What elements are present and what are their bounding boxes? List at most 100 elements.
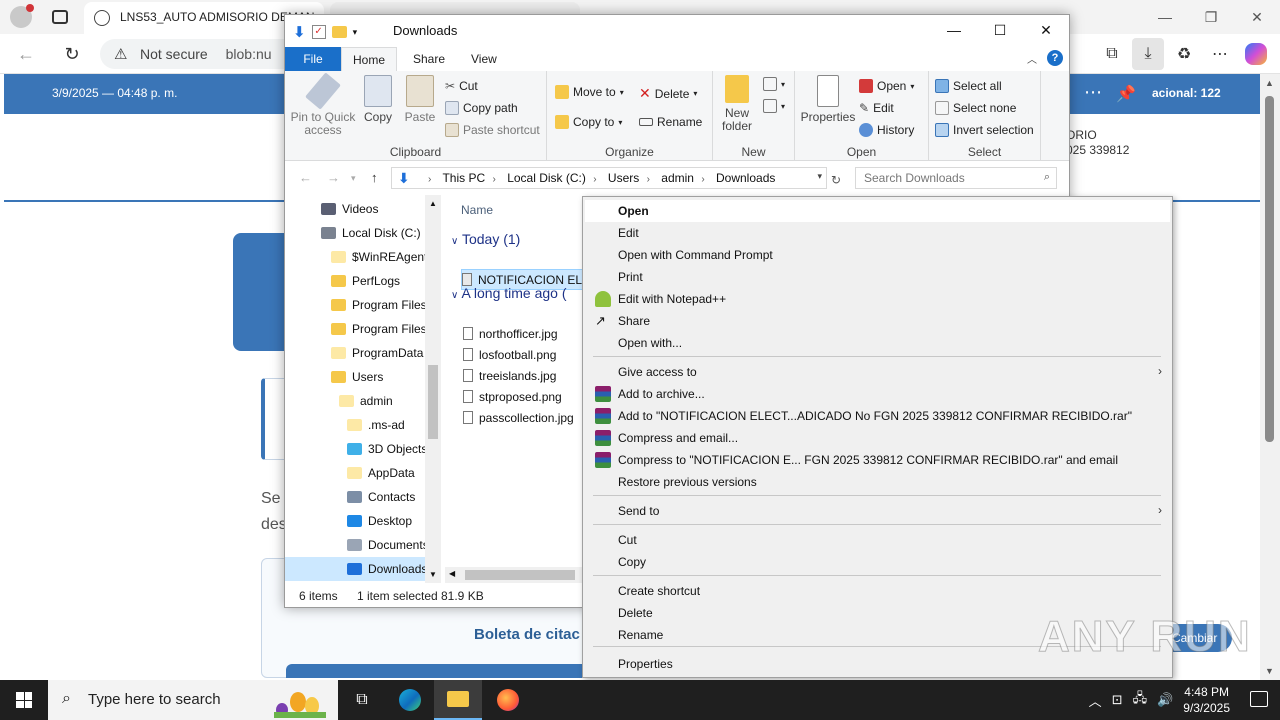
recent-locations-icon[interactable]: ▾ — [351, 173, 356, 184]
chevron-up-icon[interactable]: ︿ — [1027, 51, 1037, 66]
context-menu-item-copy[interactable]: Copy — [585, 551, 1170, 573]
breadcrumb-separator[interactable]: › — [701, 174, 704, 185]
nav-item-ms-ad[interactable]: .ms-ad — [285, 413, 425, 437]
context-menu-item-open[interactable]: Open — [585, 200, 1170, 222]
new-folder-icon[interactable] — [331, 26, 347, 38]
column-header-name[interactable]: Name — [461, 203, 493, 217]
context-menu-item-compress-to-notificacion-e-fgn-2025-3398[interactable]: Compress to "NOTIFICACION E... FGN 2025 … — [585, 449, 1170, 471]
nav-item-local-disk-c[interactable]: Local Disk (C:) — [285, 221, 425, 245]
nav-item-3d-objects[interactable]: 3D Objects — [285, 437, 427, 461]
volume-icon[interactable]: 🔊 — [1157, 692, 1173, 708]
ellipsis-icon[interactable]: ⋯ — [1084, 82, 1102, 103]
delete-button[interactable]: ✕ Delete ▾ — [639, 85, 697, 102]
scroll-thumb[interactable] — [465, 570, 575, 580]
properties-check-icon[interactable]: ✓ — [311, 25, 326, 39]
nav-item-program-files[interactable]: Program Files — [285, 317, 427, 341]
split-screen-icon[interactable]: ⧉ — [1096, 38, 1128, 70]
scroll-down-icon[interactable]: ▼ — [1265, 666, 1274, 676]
context-menu-item-send-to[interactable]: Send to › — [585, 500, 1170, 522]
paste-shortcut-button[interactable]: Paste shortcut — [445, 123, 540, 137]
context-menu-item-add-to-notificacion-elect-adicado-no-fgn[interactable]: Add to "NOTIFICACION ELECT...ADICADO No … — [585, 405, 1170, 427]
breadcrumb-separator[interactable]: › — [428, 174, 431, 185]
chevron-down-icon[interactable]: ▾ — [817, 171, 822, 182]
easy-access-button[interactable]: ▾ — [763, 99, 785, 113]
network-icon[interactable]: 🖧 — [1133, 689, 1148, 711]
file-row[interactable]: passcollection.jpg — [463, 407, 574, 428]
performance-icon[interactable]: ♻ — [1168, 38, 1200, 70]
select-all-button[interactable]: Select all — [935, 79, 1002, 93]
context-menu-item-add-to-archive[interactable]: Add to archive... — [585, 383, 1170, 405]
rename-button[interactable]: Rename — [639, 115, 702, 129]
page-scrollbar[interactable]: ▲ ▼ — [1260, 74, 1280, 680]
navigation-scrollbar[interactable]: ▲ ▼ — [425, 195, 441, 583]
scroll-thumb[interactable] — [1265, 96, 1274, 442]
profile-avatar[interactable] — [10, 4, 34, 28]
tab-view[interactable]: View — [457, 47, 511, 71]
file-row[interactable]: losfootball.png — [463, 344, 556, 365]
nav-item-program-files[interactable]: Program Files — [285, 293, 427, 317]
back-arrow-icon[interactable]: ← — [14, 42, 38, 66]
cut-button[interactable]: ✂ Cut — [445, 79, 478, 93]
paste-button[interactable]: Paste — [401, 75, 439, 124]
tab-file[interactable]: File — [285, 47, 341, 71]
back-arrow-icon[interactable]: ← — [299, 170, 312, 185]
breadcrumb-local-disk[interactable]: Local Disk (C:) — [507, 171, 586, 185]
clock[interactable]: 4:48 PM 9/3/2025 — [1183, 684, 1230, 716]
scroll-thumb[interactable] — [428, 365, 438, 439]
breadcrumb[interactable]: ⬇ › This PC › Local Disk (C:) › Users › … — [391, 167, 827, 189]
context-menu-item-edit-with-notepad[interactable]: Edit with Notepad++ — [585, 288, 1170, 310]
context-menu-item-share[interactable]: ↗ Share — [585, 310, 1170, 332]
restore-icon[interactable]: ❐ — [1188, 0, 1234, 34]
nav-item-appdata[interactable]: AppData — [285, 461, 425, 485]
nav-item-videos[interactable]: Videos — [285, 197, 425, 221]
tab-home[interactable]: Home — [341, 47, 397, 71]
group-header-today[interactable]: ∨ Today (1) — [451, 231, 520, 247]
copilot-icon[interactable] — [1245, 43, 1267, 65]
close-icon[interactable]: ✕ — [1234, 0, 1280, 34]
edit-button[interactable]: ✎ Edit — [859, 101, 894, 115]
scroll-down-icon[interactable]: ▼ — [429, 570, 437, 579]
breadcrumb-users[interactable]: Users — [608, 171, 639, 185]
properties-button[interactable]: Properties — [799, 75, 857, 124]
copy-to-button[interactable]: Copy to ▾ — [555, 115, 622, 129]
forward-arrow-icon[interactable]: → — [327, 170, 340, 185]
tab-share[interactable]: Share — [399, 47, 459, 71]
nav-item-users[interactable]: Users — [285, 365, 425, 389]
edge-taskbar-button[interactable] — [386, 680, 434, 720]
breadcrumb-separator[interactable]: › — [647, 174, 650, 185]
maximize-icon[interactable]: ☐ — [977, 15, 1023, 45]
context-menu-item-edit[interactable]: Edit — [585, 222, 1170, 244]
meet-now-icon[interactable]: ⊡ — [1112, 692, 1123, 708]
nav-item-desktop[interactable]: Desktop — [285, 509, 425, 533]
start-button[interactable] — [0, 680, 48, 720]
copy-path-button[interactable]: Copy path — [445, 101, 518, 115]
group-header-long-ago[interactable]: ∨ A long time ago ( — [451, 285, 567, 301]
scroll-left-icon[interactable]: ◀ — [449, 569, 455, 578]
taskbar-search[interactable]: ⌕ Type here to search — [48, 680, 338, 720]
scroll-up-icon[interactable]: ▲ — [429, 199, 437, 208]
chevron-up-icon[interactable]: ︿ — [1089, 691, 1102, 710]
file-row[interactable]: stproposed.png — [463, 386, 562, 407]
context-menu-item-restore-previous-versions[interactable]: Restore previous versions — [585, 471, 1170, 493]
minimize-icon[interactable]: — — [931, 15, 977, 45]
notification-icon[interactable] — [1250, 691, 1268, 707]
close-icon[interactable]: ✕ — [1023, 15, 1069, 45]
scroll-up-icon[interactable]: ▲ — [1265, 78, 1274, 88]
file-list-scrollbar[interactable]: ◀ — [445, 567, 585, 583]
more-menu-icon[interactable]: ⋯ — [1204, 38, 1236, 70]
nav-item-documents[interactable]: Documents — [285, 533, 429, 557]
nav-item-programdata[interactable]: ProgramData — [285, 341, 425, 365]
context-menu-item-print[interactable]: Print — [585, 266, 1170, 288]
new-folder-button[interactable]: New folder — [717, 75, 757, 133]
context-menu-item-give-access-to[interactable]: Give access to › — [585, 361, 1170, 383]
move-to-button[interactable]: Move to ▾ — [555, 85, 624, 99]
history-button[interactable]: History — [859, 123, 914, 137]
context-menu-item-create-shortcut[interactable]: Create shortcut — [585, 580, 1170, 602]
refresh-icon[interactable]: ↻ — [831, 173, 841, 187]
firefox-taskbar-button[interactable] — [484, 680, 532, 720]
context-menu-item-compress-and-email[interactable]: Compress and email... — [585, 427, 1170, 449]
breadcrumb-separator[interactable]: › — [493, 174, 496, 185]
nav-item-winreagent[interactable]: $WinREAgent — [285, 245, 427, 269]
pin-to-quick-access-button[interactable]: Pin to Quick access — [289, 72, 357, 137]
new-item-button[interactable]: ▾ — [763, 77, 785, 91]
